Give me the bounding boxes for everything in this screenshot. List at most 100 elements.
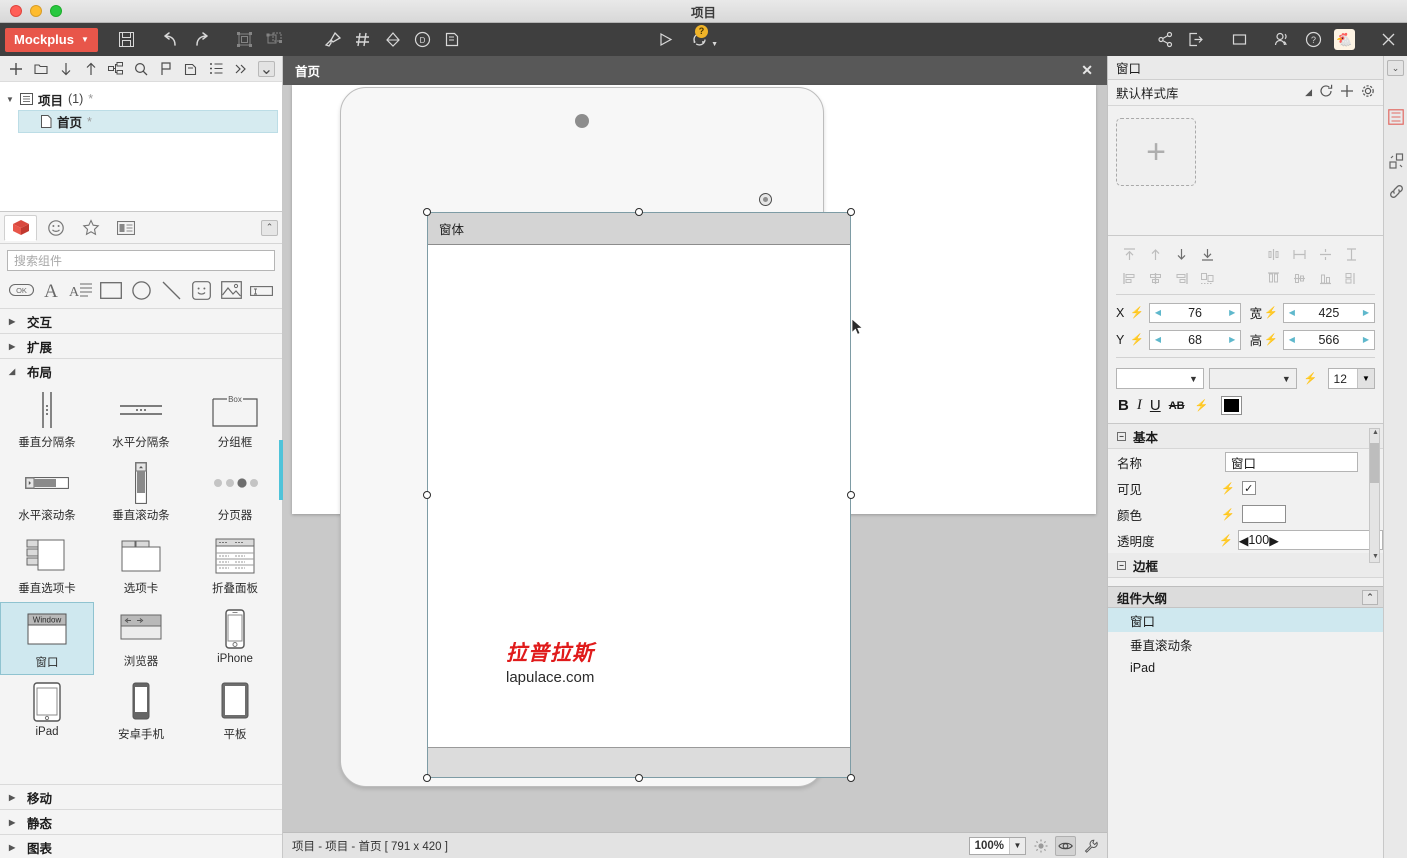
more-icon[interactable] — [228, 58, 253, 80]
component-horizontal-divider[interactable]: 水平分隔条 — [94, 383, 188, 456]
component-iphone[interactable]: iPhone — [188, 602, 282, 675]
align-center-h-icon[interactable] — [1142, 267, 1168, 289]
bolt-icon[interactable]: ⚡ — [1130, 306, 1144, 319]
avatar[interactable]: 🐔 — [1334, 29, 1355, 50]
font-size-select[interactable]: 12 ▼ — [1327, 368, 1375, 389]
component-horizontal-scrollbar[interactable]: 水平滚动条 — [0, 456, 94, 529]
sync-icon[interactable]: ? ▼ — [680, 24, 718, 53]
scroll-up-icon[interactable]: ▲ — [1371, 429, 1380, 438]
italic-button[interactable]: I — [1137, 397, 1142, 414]
resize-handle-br[interactable] — [847, 774, 855, 782]
decrement-icon[interactable]: ◀ — [1239, 533, 1249, 548]
resize-handle-tc[interactable] — [635, 208, 643, 216]
move-down-icon[interactable] — [53, 58, 78, 80]
zoom-select[interactable]: 100% ▼ — [968, 836, 1026, 855]
plus-icon[interactable] — [3, 58, 28, 80]
eye-icon[interactable] — [1055, 835, 1076, 856]
ipad-frame[interactable]: 窗体 拉普拉斯 lapulace.com — [340, 87, 855, 787]
align-bottom-out-icon[interactable] — [1194, 243, 1220, 265]
component-android-phone[interactable]: 安卓手机 — [94, 675, 188, 748]
section-extension[interactable]: ▶ 扩展 — [0, 333, 282, 358]
sitemap-icon[interactable] — [103, 58, 128, 80]
collapse-box-icon[interactable]: − — [1117, 560, 1126, 570]
team-icon[interactable] — [1268, 27, 1298, 53]
decrement-icon[interactable]: ◀ — [1284, 308, 1300, 317]
center-v-icon[interactable] — [1260, 243, 1286, 265]
component-vertical-scrollbar[interactable]: 垂直滚动条 — [94, 456, 188, 529]
d-circle-icon[interactable]: D — [408, 27, 438, 53]
text-color-swatch[interactable] — [1221, 396, 1243, 415]
move-up-icon[interactable] — [78, 58, 103, 80]
collapse-panel-icon[interactable]: ⌃ — [261, 219, 278, 236]
redo-icon[interactable] — [186, 27, 216, 53]
tab-masters[interactable] — [109, 215, 142, 241]
collapse-box-icon[interactable]: − — [1117, 431, 1126, 441]
dist-top-icon[interactable] — [1260, 267, 1286, 289]
close-icon[interactable]: ✕ — [1081, 63, 1093, 77]
scroll-thumb[interactable] — [1370, 443, 1379, 483]
bolt-icon[interactable]: ⚡ — [1264, 333, 1278, 346]
grid-icon[interactable] — [348, 27, 378, 53]
rotate-handle[interactable] — [759, 193, 772, 206]
decrement-icon[interactable]: ◀ — [1284, 335, 1300, 344]
play-icon[interactable] — [650, 27, 680, 53]
outline-item-ipad[interactable]: iPad — [1108, 656, 1383, 680]
decrement-icon[interactable]: ◀ — [1150, 335, 1166, 344]
search-icon[interactable] — [128, 58, 153, 80]
section-interaction[interactable]: ▶ 交互 — [0, 308, 282, 333]
color-swatch[interactable] — [1241, 505, 1286, 523]
font-family-select[interactable]: ▼ — [1116, 368, 1204, 389]
input-icon[interactable] — [248, 279, 274, 301]
component-group-box[interactable]: Box 分组框 — [188, 383, 282, 456]
properties-scrollbar[interactable]: ▲ ▼ — [1369, 428, 1380, 563]
canvas-area[interactable]: 首页 ✕ 窗体 拉普拉斯 lapulace.com 项目 - 项目 - 首页 [… — [283, 56, 1107, 858]
list-icon[interactable] — [203, 58, 228, 80]
sep-h-icon[interactable] — [1312, 243, 1338, 265]
collapse-icon[interactable]: ⌃ — [1362, 589, 1378, 605]
paragraph-icon[interactable]: A — [68, 279, 94, 301]
component-ipad[interactable]: iPad — [0, 675, 94, 748]
undo-icon[interactable] — [156, 27, 186, 53]
align-left-icon[interactable] — [1116, 267, 1142, 289]
text-icon[interactable]: A — [38, 279, 64, 301]
component-window[interactable]: Window 窗口 — [0, 602, 94, 675]
align-right-icon[interactable] — [1168, 267, 1194, 289]
add-style-button[interactable]: + — [1116, 118, 1196, 186]
resize-handle-mr[interactable] — [847, 491, 855, 499]
tab-components[interactable] — [4, 214, 37, 241]
component-vertical-divider[interactable]: 垂直分隔条 — [0, 383, 94, 456]
components-icon[interactable] — [1384, 146, 1407, 176]
bolt-icon[interactable]: ⚡ — [1195, 399, 1209, 412]
save-icon[interactable] — [112, 27, 142, 53]
width-icon[interactable] — [1286, 243, 1312, 265]
scroll-down-icon[interactable]: ▼ — [1371, 553, 1380, 562]
height-stepper[interactable]: ◀ 566 ▶ — [1282, 329, 1375, 350]
dist-mid-icon[interactable] — [1286, 267, 1312, 289]
brush-icon[interactable] — [318, 27, 348, 53]
search-input[interactable] — [7, 250, 275, 271]
refresh-icon[interactable] — [1319, 84, 1333, 101]
window-element[interactable]: 窗体 拉普拉斯 lapulace.com — [427, 212, 851, 778]
duplicate-icon[interactable] — [438, 27, 468, 53]
outline-item-window[interactable]: 窗口 — [1108, 608, 1383, 632]
share-icon[interactable] — [1150, 27, 1180, 53]
fill-icon[interactable] — [378, 27, 408, 53]
brightness-icon[interactable] — [1030, 836, 1051, 856]
group-icon[interactable] — [230, 27, 260, 53]
sep-v-icon[interactable] — [1338, 243, 1364, 265]
component-tablet[interactable]: 平板 — [188, 675, 282, 748]
bolt-icon[interactable]: ⚡ — [1221, 508, 1235, 521]
bolt-icon[interactable]: ⚡ — [1304, 372, 1318, 385]
ellipse-icon[interactable] — [128, 279, 154, 301]
tab-favorites[interactable] — [74, 215, 107, 241]
image-icon[interactable] — [218, 279, 244, 301]
chevron-down-icon[interactable]: ▼ — [6, 95, 15, 104]
bolt-icon[interactable]: ⚡ — [1130, 333, 1144, 346]
chevron-down-icon[interactable]: ▼ — [1009, 837, 1025, 854]
component-pagination[interactable]: 分页器 — [188, 456, 282, 529]
y-stepper[interactable]: ◀ 68 ▶ — [1148, 329, 1242, 350]
resize-handle-ml[interactable] — [423, 491, 431, 499]
bolt-icon[interactable]: ⚡ — [1221, 482, 1235, 495]
component-browser[interactable]: 浏览器 — [94, 602, 188, 675]
ungroup-icon[interactable] — [260, 27, 290, 53]
